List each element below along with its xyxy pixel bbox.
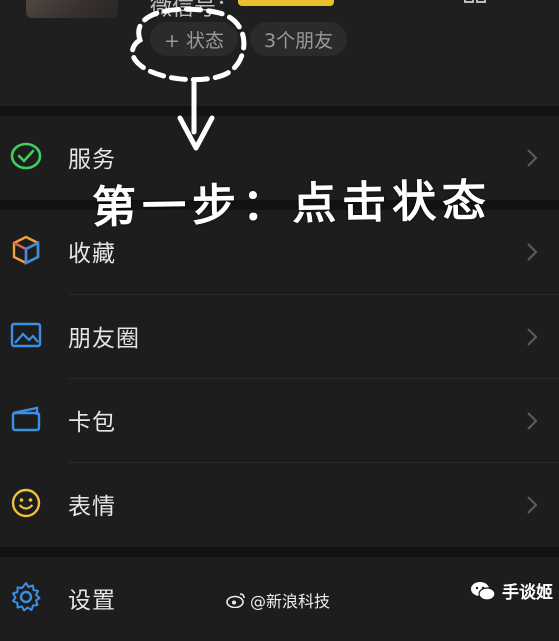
menu-item-label: 设置: [68, 588, 116, 614]
brand-watermark: 手谈姬: [470, 578, 553, 603]
section-gap: [0, 547, 559, 557]
card-wallet-icon: [11, 406, 41, 432]
weibo-watermark: @新浪科技: [226, 588, 330, 612]
menu-item-stickers[interactable]: 表情: [0, 463, 559, 547]
wechat-id-label: 微信号：: [150, 0, 239, 21]
moments-picture-icon: [10, 322, 42, 348]
menu-item-label: 服务: [68, 147, 116, 173]
friends-status-button[interactable]: 3个朋友: [250, 22, 348, 56]
menu-item-label: 朋友圈: [68, 326, 140, 352]
sticker-smile-icon: [11, 488, 41, 518]
chevron-right-icon: [527, 149, 538, 167]
settings-gear-icon: [12, 582, 41, 612]
watermark-text: @新浪科技: [250, 592, 331, 611]
menu-item-label: 表情: [68, 494, 116, 520]
wechat-logo-icon: [471, 581, 496, 601]
chevron-right-icon: [527, 243, 538, 261]
profile-header: 微信号： + 状态 3个朋友: [0, 0, 559, 106]
handwritten-annotation: 第一步：点击状态: [91, 175, 493, 234]
weibo-logo-icon: [226, 593, 245, 608]
avatar[interactable]: [26, 0, 118, 18]
section-gap: [0, 106, 559, 116]
menu-item-label: 收藏: [68, 241, 116, 267]
chevron-right-icon: [527, 412, 538, 430]
chevron-right-icon: [527, 496, 538, 514]
menu-item-moments[interactable]: 朋友圈: [0, 295, 559, 379]
chevron-right-icon: [527, 328, 538, 346]
wechat-id-redaction: [238, 0, 334, 6]
service-icon: [10, 142, 42, 170]
brand-text: 手谈姬: [502, 583, 553, 603]
add-status-button[interactable]: + 状态: [150, 22, 238, 56]
favorites-cube-icon: [12, 235, 40, 265]
qr-code-icon[interactable]: [464, 0, 486, 6]
menu-item-card-wallet[interactable]: 卡包: [0, 379, 559, 463]
menu-item-label: 卡包: [68, 410, 116, 436]
